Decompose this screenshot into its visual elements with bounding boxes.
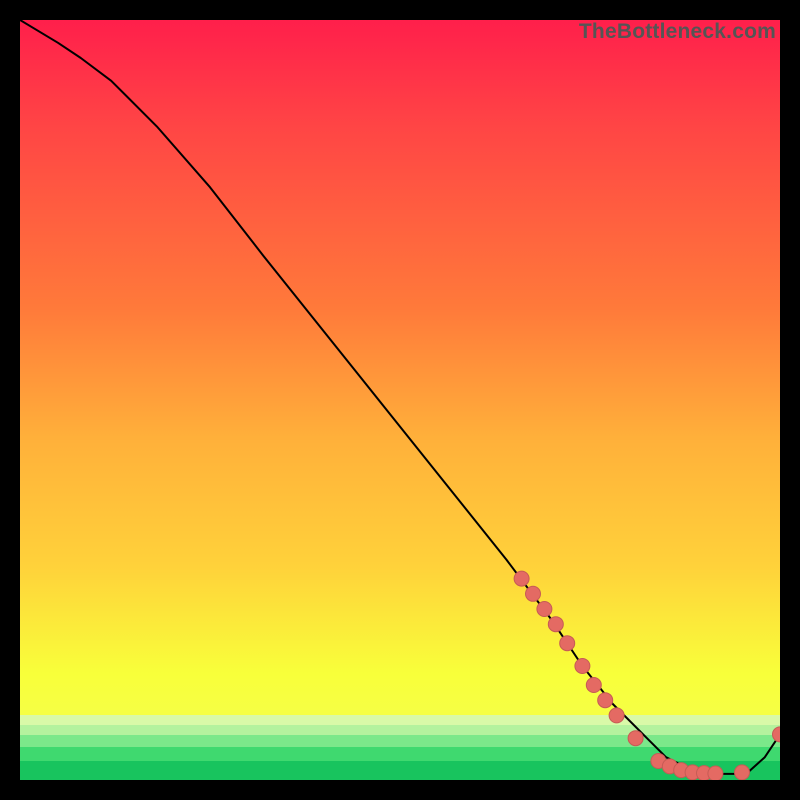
- data-marker: [575, 659, 590, 674]
- data-marker: [586, 678, 601, 693]
- data-marker: [548, 617, 563, 632]
- data-marker: [526, 586, 541, 601]
- data-marker: [773, 727, 781, 742]
- curve-layer: [20, 20, 780, 780]
- watermark-label: TheBottleneck.com: [579, 20, 776, 44]
- data-marker: [514, 571, 529, 586]
- data-marker: [537, 602, 552, 617]
- chart-stage: TheBottleneck.com: [0, 0, 800, 800]
- plot-area: TheBottleneck.com: [20, 20, 780, 780]
- data-marker: [735, 765, 750, 780]
- data-marker: [560, 636, 575, 651]
- data-marker: [708, 766, 723, 780]
- data-marker: [598, 693, 613, 708]
- data-marker: [609, 708, 624, 723]
- data-marker: [628, 731, 643, 746]
- bottleneck-curve: [20, 20, 780, 774]
